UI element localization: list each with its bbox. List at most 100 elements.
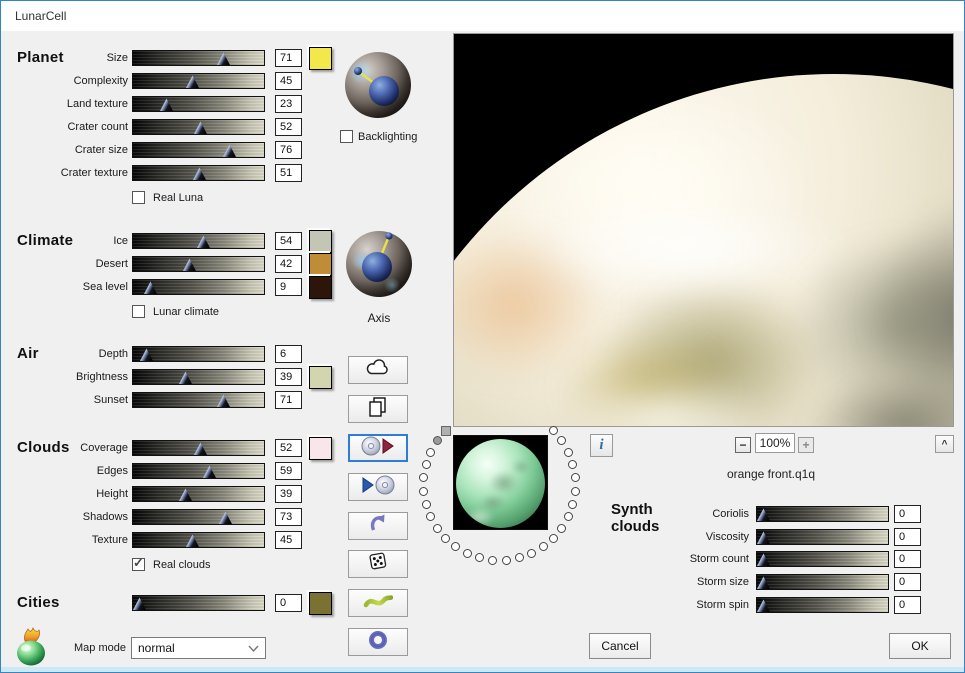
slider-value-sunset[interactable] (275, 391, 302, 409)
slider-thumb[interactable] (194, 121, 207, 134)
slider-thumb[interactable] (757, 599, 770, 612)
slider-thumb[interactable] (144, 281, 157, 294)
slider-thumb[interactable] (186, 75, 199, 88)
memory-dot-23[interactable] (571, 473, 580, 482)
color-swatch-desert[interactable] (309, 253, 332, 276)
play-from-disc-button[interactable] (348, 473, 408, 501)
slider-track-size[interactable] (132, 50, 265, 66)
slider-track-storm-spin[interactable] (756, 597, 889, 613)
memory-dot-4[interactable] (419, 473, 428, 482)
slider-track-brightness[interactable] (132, 369, 265, 385)
memory-dot-24[interactable] (568, 460, 577, 469)
wave-swoosh-button[interactable] (348, 589, 408, 617)
slider-track-height[interactable] (132, 486, 265, 502)
checkbox-lunar-climate[interactable] (132, 305, 145, 318)
slider-value-sea-level[interactable] (275, 278, 302, 296)
slider-track-complexity[interactable] (132, 73, 265, 89)
memory-dot-26[interactable] (557, 436, 566, 445)
color-swatch-ice[interactable] (309, 230, 332, 253)
slider-value-land-texture[interactable] (275, 95, 302, 113)
slider-track-crater-size[interactable] (132, 142, 265, 158)
memory-dot-27[interactable] (549, 426, 558, 435)
color-swatch-size[interactable] (309, 47, 332, 70)
slider-value-storm-size[interactable] (894, 573, 921, 591)
memory-dot-10[interactable] (451, 542, 460, 551)
slider-track-coriolis[interactable] (756, 506, 889, 522)
slider-thumb[interactable] (160, 98, 173, 111)
slider-value-size[interactable] (275, 49, 302, 67)
memory-dot-12[interactable] (475, 553, 484, 562)
slider-thumb[interactable] (217, 394, 230, 407)
memory-dot-21[interactable] (568, 500, 577, 509)
cancel-button[interactable]: Cancel (589, 633, 651, 659)
slider-thumb[interactable] (203, 465, 216, 478)
memory-dot-14[interactable] (502, 556, 511, 565)
slider-value-height[interactable] (275, 485, 302, 503)
ok-button[interactable]: OK (889, 633, 951, 659)
memory-dot-19[interactable] (557, 524, 566, 533)
slider-thumb[interactable] (179, 488, 192, 501)
slider-thumb[interactable] (217, 52, 230, 65)
memory-dot-0[interactable] (441, 426, 451, 436)
slider-value-complexity[interactable] (275, 72, 302, 90)
slider-thumb[interactable] (179, 371, 192, 384)
checkbox-real-luna[interactable] (132, 191, 145, 204)
slider-track-sunset[interactable] (132, 392, 265, 408)
memory-dot-8[interactable] (433, 524, 442, 533)
slider-track-sea-level[interactable] (132, 279, 265, 295)
slider-thumb[interactable] (197, 235, 210, 248)
slider-value-depth[interactable] (275, 345, 302, 363)
slider-value-crater-texture[interactable] (275, 164, 302, 182)
memory-dot-25[interactable] (564, 448, 573, 457)
memory-dot-16[interactable] (527, 549, 536, 558)
slider-value-edges[interactable] (275, 462, 302, 480)
slider-track-crater-count[interactable] (132, 119, 265, 135)
memory-dot-20[interactable] (564, 512, 573, 521)
memory-dot-5[interactable] (419, 487, 428, 496)
color-swatch-coverage[interactable] (309, 437, 332, 460)
slider-track-crater-texture[interactable] (132, 165, 265, 181)
slider-track-edges[interactable] (132, 463, 265, 479)
memory-dot-15[interactable] (515, 553, 524, 562)
record-to-disc-button[interactable] (348, 434, 408, 462)
memory-dot-6[interactable] (422, 500, 431, 509)
slider-track-viscosity[interactable] (756, 529, 889, 545)
memory-dot-13[interactable] (488, 556, 497, 565)
slider-track-coverage[interactable] (132, 440, 265, 456)
memory-dot-3[interactable] (422, 460, 431, 469)
memory-dot-17[interactable] (539, 542, 548, 551)
slider-track-storm-size[interactable] (756, 574, 889, 590)
memory-dot-1[interactable] (433, 436, 442, 445)
map-mode-dropdown[interactable]: normal (131, 637, 266, 659)
slider-track-storm-count[interactable] (756, 551, 889, 567)
slider-value-crater-size[interactable] (275, 141, 302, 159)
slider-track-desert[interactable] (132, 256, 265, 272)
slider-thumb[interactable] (193, 167, 206, 180)
cloud-button[interactable] (348, 356, 408, 384)
slider-thumb[interactable] (183, 258, 196, 271)
slider-thumb[interactable] (757, 553, 770, 566)
slider-track-land-texture[interactable] (132, 96, 265, 112)
slider-track-depth[interactable] (132, 346, 265, 362)
undo-button[interactable] (348, 512, 408, 540)
memory-dot-18[interactable] (549, 534, 558, 543)
memory-dot-9[interactable] (441, 534, 450, 543)
slider-value-crater-count[interactable] (275, 118, 302, 136)
slider-thumb[interactable] (757, 508, 770, 521)
slider-value-brightness[interactable] (275, 368, 302, 386)
color-swatch-sea-level[interactable] (309, 276, 332, 299)
slider-thumb[interactable] (223, 144, 236, 157)
slider-value-ice[interactable] (275, 232, 302, 250)
slider-value-coriolis[interactable] (894, 505, 921, 523)
slider-value-storm-count[interactable] (894, 550, 921, 568)
slider-value-storm-spin[interactable] (894, 596, 921, 614)
slider-thumb[interactable] (757, 576, 770, 589)
slider-value-viscosity[interactable] (894, 528, 921, 546)
slider-thumb[interactable] (194, 442, 207, 455)
dice-random-button[interactable] (348, 550, 408, 578)
slider-value-desert[interactable] (275, 255, 302, 273)
ring-button[interactable] (348, 628, 408, 656)
color-swatch-brightness[interactable] (309, 366, 332, 389)
memory-dot-11[interactable] (463, 549, 472, 558)
memory-dot-22[interactable] (571, 487, 580, 496)
